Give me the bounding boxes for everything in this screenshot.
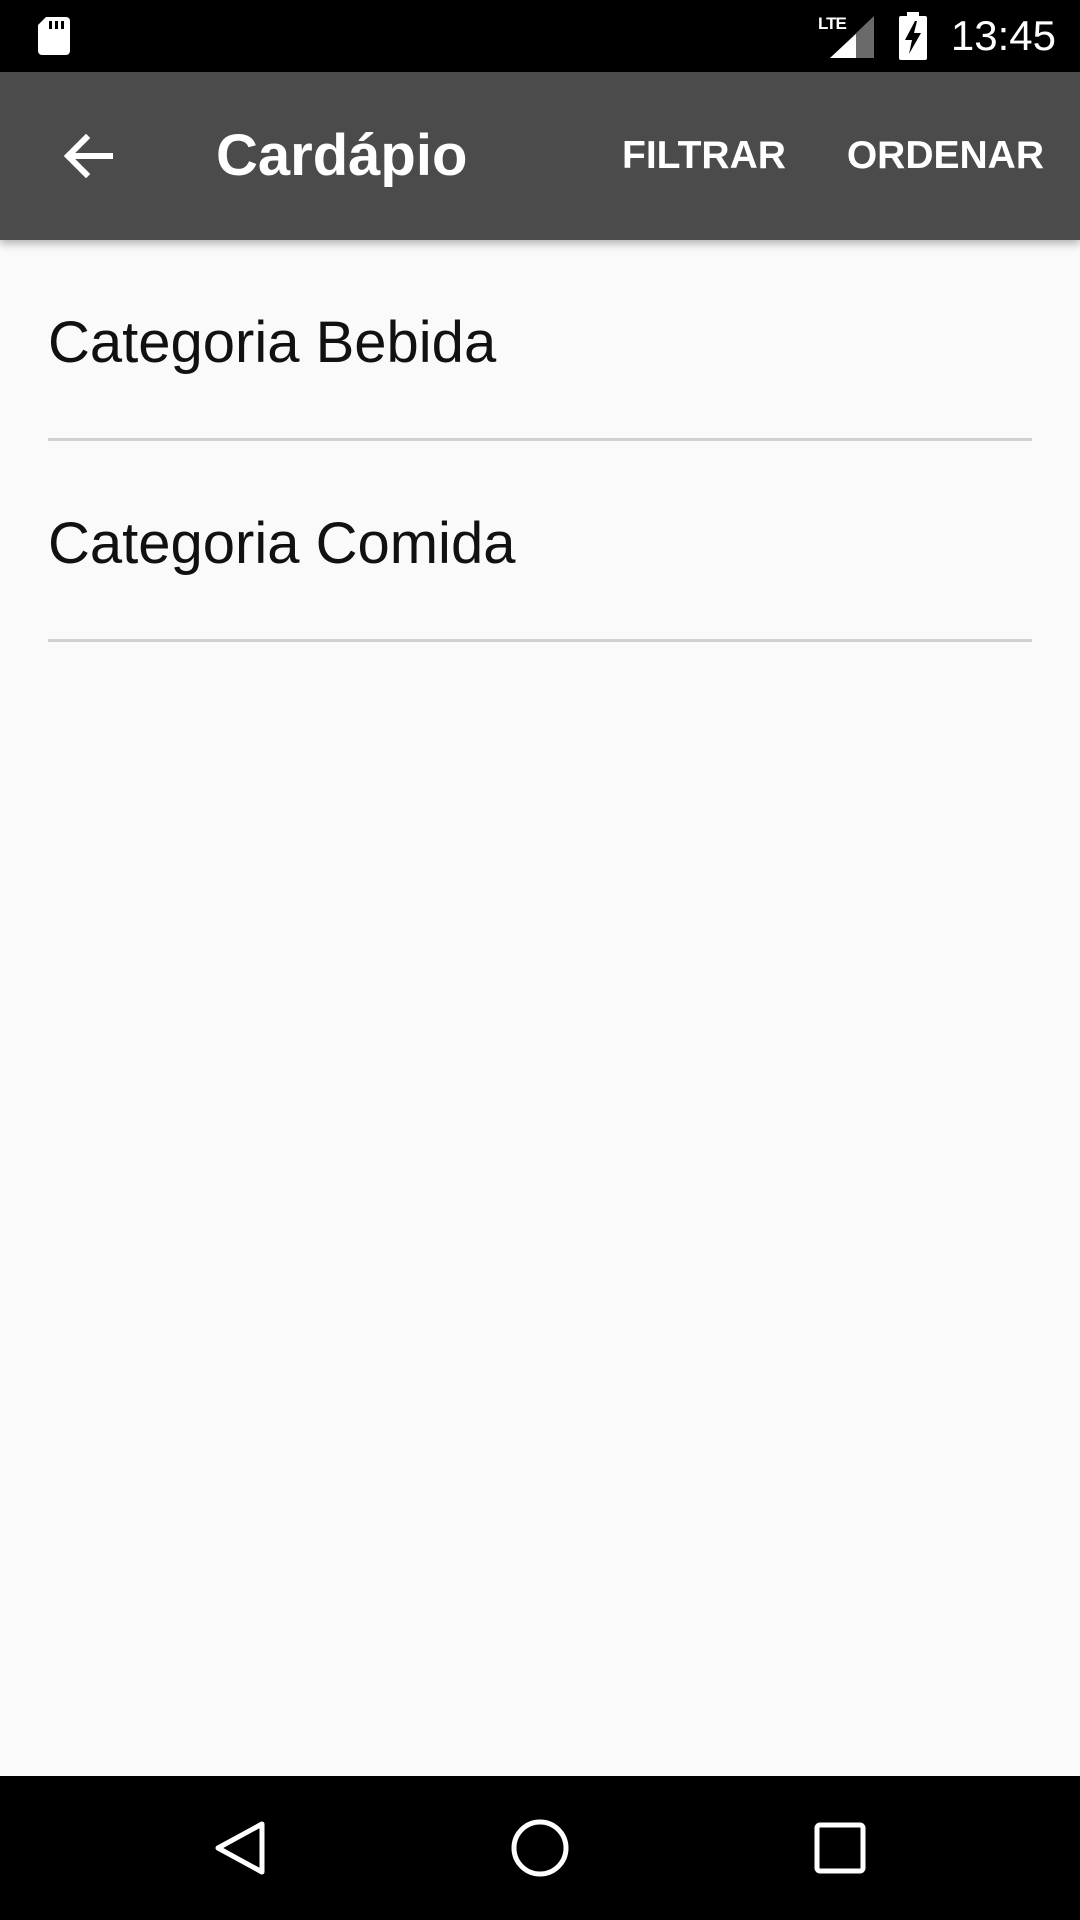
app-bar: Cardápio FILTRAR ORDENAR: [0, 72, 1080, 240]
list-item-label: Categoria Bebida: [48, 310, 497, 375]
status-bar: LTE 13:45: [0, 0, 1080, 72]
filter-button[interactable]: FILTRAR: [622, 128, 786, 184]
page-title: Cardápio: [216, 123, 468, 188]
divider: [48, 639, 1032, 642]
lte-signal-icon: LTE: [818, 14, 874, 58]
nav-home-button[interactable]: [490, 1798, 590, 1898]
nav-home-icon: [511, 1819, 569, 1877]
nav-recents-icon: [814, 1822, 866, 1874]
nav-recents-button[interactable]: [790, 1798, 890, 1898]
list-item-categoria-bebida[interactable]: Categoria Bebida: [0, 240, 1080, 441]
category-list: Categoria Bebida Categoria Comida: [0, 240, 1080, 642]
order-button[interactable]: ORDENAR: [847, 128, 1044, 184]
list-item-categoria-comida[interactable]: Categoria Comida: [0, 441, 1080, 642]
list-item-label: Categoria Comida: [48, 511, 516, 576]
sd-card-icon: [38, 17, 70, 55]
back-button[interactable]: [40, 108, 136, 204]
navigation-bar: [0, 1776, 1080, 1920]
screen: LTE 13:45 Cardápio FILTRAR ORDENAR Categ…: [0, 0, 1080, 1920]
arrow-back-icon: [63, 133, 113, 179]
nav-back-button[interactable]: [190, 1798, 290, 1898]
status-clock: 13:45: [950, 12, 1056, 59]
battery-charging-icon: [899, 12, 927, 60]
nav-back-icon: [215, 1821, 265, 1875]
